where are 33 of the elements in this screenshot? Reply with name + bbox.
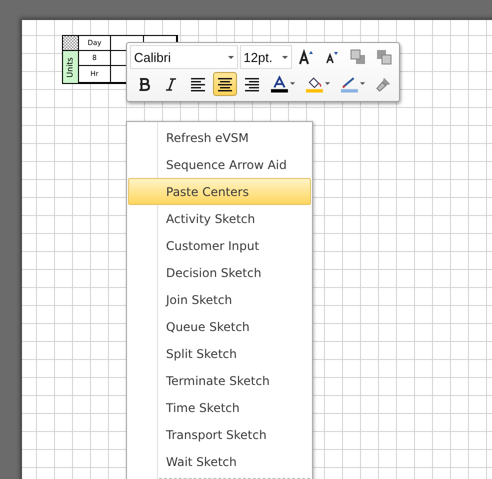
menu-item[interactable]: Queue Sketch	[128, 313, 311, 340]
font-color-icon	[271, 74, 288, 94]
menu-item[interactable]: Decision Sketch	[128, 259, 311, 286]
caret-icon	[290, 82, 295, 86]
italic-icon	[166, 78, 176, 90]
send-backward-icon	[376, 49, 392, 65]
bring-forward-icon	[350, 49, 366, 65]
font-size-dropdown[interactable]: 12pt.	[240, 45, 292, 69]
menu-item[interactable]: Split Sketch	[128, 340, 311, 367]
center-button[interactable]	[213, 72, 237, 96]
caret-icon	[360, 82, 365, 86]
menu-item[interactable]: Sequence Arrow Aid	[128, 151, 311, 178]
menu-item[interactable]: Activity Sketch	[128, 205, 311, 232]
menu-item[interactable]: Wait Sketch	[128, 448, 311, 475]
fill-bucket-icon	[306, 74, 323, 94]
line-color-icon	[341, 74, 358, 94]
menu-item[interactable]: Refresh eVSM	[128, 124, 311, 151]
font-dropdown[interactable]: Calibri	[130, 45, 238, 69]
menu-item[interactable]: Transport Sketch	[128, 421, 311, 448]
shrink-font-icon	[325, 50, 339, 64]
caret-icon	[324, 82, 330, 86]
align-right-icon	[244, 76, 260, 92]
format-painter-icon	[376, 75, 392, 93]
grow-font-icon	[298, 49, 314, 65]
menu-item[interactable]: Terminate Sketch	[128, 367, 311, 394]
align-center-icon	[217, 76, 233, 92]
menu-item[interactable]: Customer Input	[128, 232, 311, 259]
units-label: Units	[66, 56, 75, 78]
menu-item[interactable]: Join Sketch	[128, 286, 311, 313]
menu-item[interactable]: Paste Centers	[128, 178, 311, 205]
bold-icon	[138, 78, 150, 90]
align-left-icon	[190, 76, 206, 92]
menu-item[interactable]: Time Sketch	[128, 394, 311, 421]
